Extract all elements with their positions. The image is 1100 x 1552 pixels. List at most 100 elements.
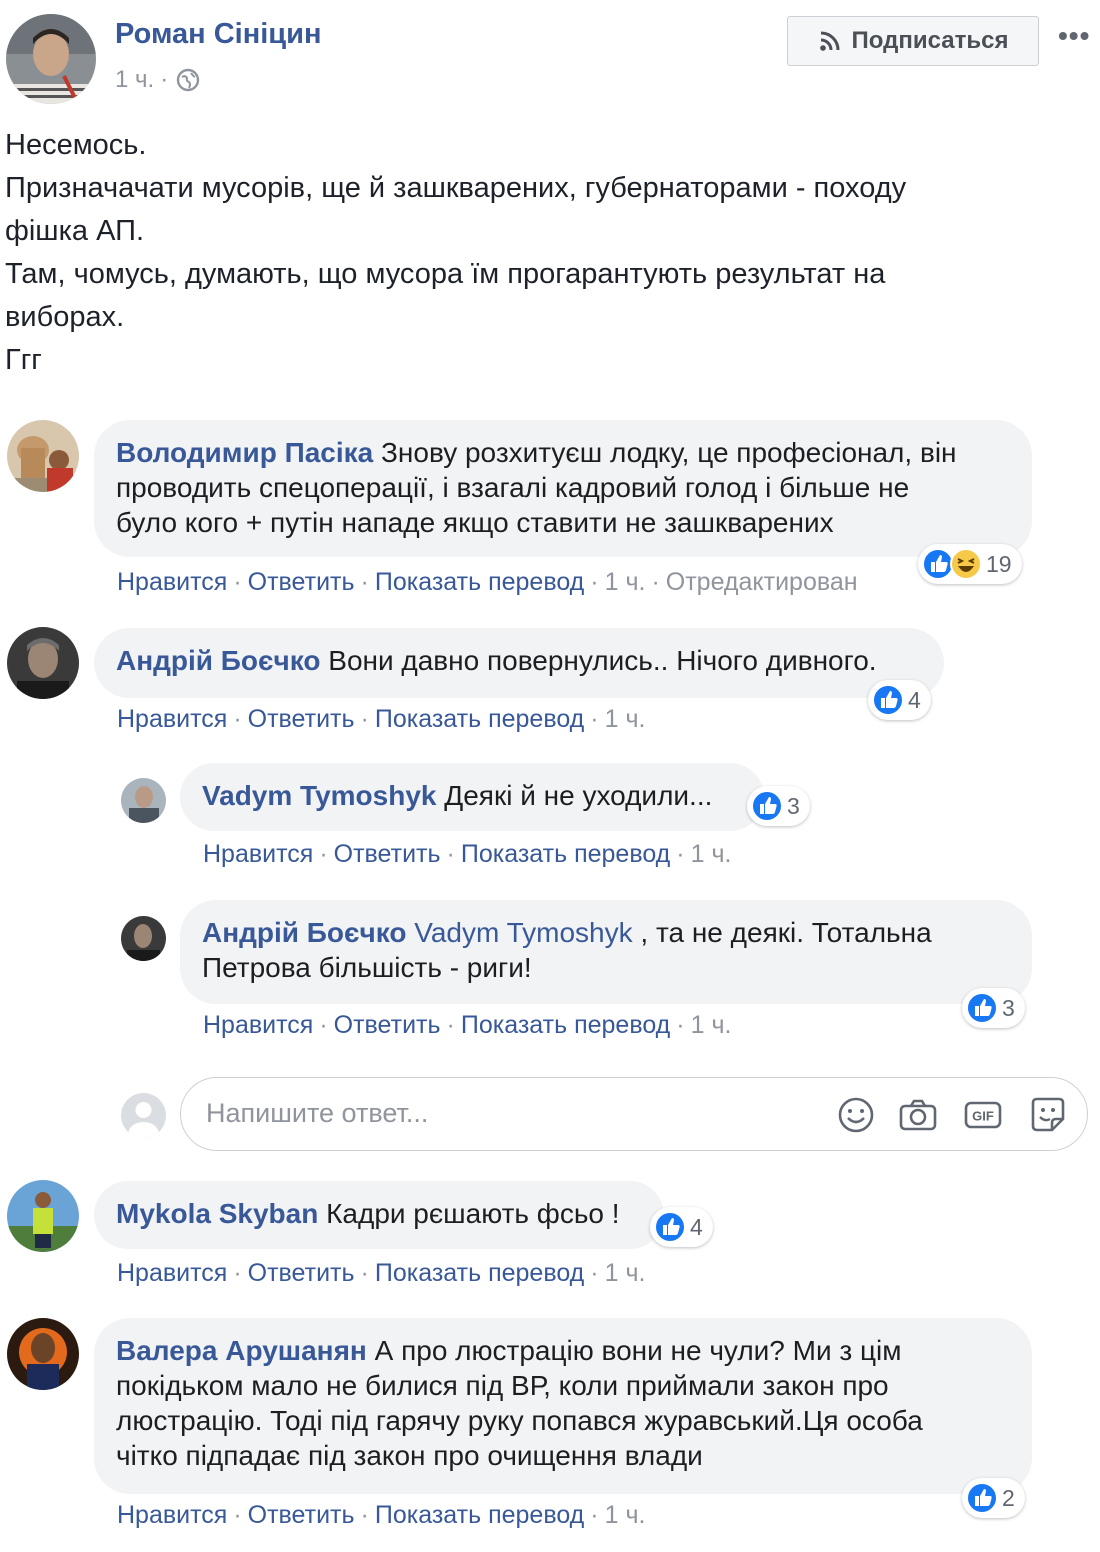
comment-actions: Нравится · Ответить · Показать перевод · 1 ч. xyxy=(117,705,646,733)
translate-link[interactable]: Показать перевод xyxy=(375,1259,584,1287)
post-body-line: Там, чомусь, думають, що мусора їм прога… xyxy=(5,258,886,290)
comment-actions: Нравится · Ответить · Показать перевод · 1 ч. xyxy=(203,840,732,868)
comment-bubble: Валера Арушанян А про люстрацію вони не … xyxy=(94,1318,1032,1494)
subscribe-label: Подписаться xyxy=(851,27,1009,54)
comment-text: Деякі й не уходили... xyxy=(444,780,713,811)
reply-link[interactable]: Ответить xyxy=(248,1501,355,1529)
comment-time[interactable]: 1 ч. xyxy=(605,1259,646,1287)
reply-link[interactable]: Ответить xyxy=(248,705,355,733)
comment-actions: Нравится · Ответить · Показать перевод · 1 ч. xyxy=(117,1259,646,1287)
subscribe-button[interactable]: Подписаться xyxy=(787,16,1039,66)
comment-text: проводить спецоперації, і взагалі кадров… xyxy=(116,472,910,503)
more-options-icon[interactable]: ••• xyxy=(1058,20,1090,52)
like-link[interactable]: Нравится xyxy=(117,1259,227,1287)
comment-actions: Нравится · Ответить · Показать перевод · 1 ч. xyxy=(203,1011,732,1039)
svg-text:GIF: GIF xyxy=(972,1109,994,1124)
like-link[interactable]: Нравится xyxy=(117,705,227,733)
comment-line: Володимир Пасіка Знову розхитуєш лодку, … xyxy=(116,435,1010,470)
post-meta: 1 ч. · xyxy=(115,66,200,94)
like-link[interactable]: Нравится xyxy=(203,840,313,868)
gif-icon[interactable]: GIF xyxy=(963,1095,1003,1135)
commenter-avatar[interactable] xyxy=(121,916,166,961)
comment-text: Кадри рєшають фсьо ! xyxy=(326,1198,620,1229)
commenter-name[interactable]: Андрій Боєчко xyxy=(116,645,320,676)
reaction-count[interactable]: 2 xyxy=(962,1478,1025,1518)
comment-time[interactable]: 1 ч. xyxy=(691,1011,732,1039)
camera-icon[interactable] xyxy=(898,1095,938,1135)
comment-text: люстрацію. Тоді під гарячу руку попався … xyxy=(116,1405,923,1436)
commenter-avatar[interactable] xyxy=(7,420,79,492)
reaction-number: 3 xyxy=(1002,994,1015,1021)
comment-actions: Нравится · Ответить · Показать перевод · 1 ч. xyxy=(117,1501,646,1529)
reply-link[interactable]: Ответить xyxy=(334,840,441,868)
sticker-icon[interactable] xyxy=(1028,1095,1068,1135)
comment-text: покідьком мало не билися під ВР, коли пр… xyxy=(116,1370,889,1401)
reaction-number: 19 xyxy=(986,550,1012,577)
translate-link[interactable]: Показать перевод xyxy=(461,840,670,868)
emoji-icon[interactable] xyxy=(836,1095,876,1135)
commenter-name[interactable]: Володимир Пасіка xyxy=(116,437,373,468)
reaction-count[interactable]: 4 xyxy=(868,680,931,720)
commenter-avatar[interactable] xyxy=(7,627,79,699)
comment-text: А про люстрацію вони не чули? Ми з цім xyxy=(374,1335,902,1366)
comment-text: чітко підпадає під закон про очищення вл… xyxy=(116,1440,703,1471)
author-name[interactable]: Роман Сініцин xyxy=(115,18,321,51)
comment-time[interactable]: 1 ч. xyxy=(605,1501,646,1529)
reaction-number: 3 xyxy=(787,792,800,819)
like-icon xyxy=(872,684,904,716)
comment-time[interactable]: 1 ч. xyxy=(605,705,646,733)
comment-bubble: Володимир Пасіка Знову розхитуєш лодку, … xyxy=(94,420,1032,557)
comment-time[interactable]: 1 ч. xyxy=(605,568,646,596)
edited-label[interactable]: Отредактирован xyxy=(666,568,858,596)
commenter-name[interactable]: Vadym Tymoshyk xyxy=(202,780,436,811)
like-icon xyxy=(966,1482,998,1514)
post-body-line: Несемось. xyxy=(5,129,147,161)
commenter-avatar[interactable] xyxy=(7,1180,79,1252)
reaction-number: 4 xyxy=(690,1213,703,1240)
translate-link[interactable]: Показать перевод xyxy=(375,1501,584,1529)
commenter-name[interactable]: Mykola Skyban xyxy=(116,1198,318,1229)
post-body-line: Призначачати мусорів, ще й зашкварених, … xyxy=(5,172,907,204)
reaction-count[interactable]: 3 xyxy=(747,786,810,826)
meta-separator: · xyxy=(160,66,169,93)
post-body-line: виборах. xyxy=(5,301,125,333)
comment-bubble: Vadym Tymoshyk Деякі й не уходили... xyxy=(180,763,764,831)
reply-placeholder: Напишите ответ... xyxy=(206,1098,429,1128)
mention-link[interactable]: Vadym Tymoshyk xyxy=(414,917,632,948)
post-body-line: Ггг xyxy=(5,344,42,376)
reaction-count[interactable]: 4 xyxy=(650,1207,713,1247)
commenter-name[interactable]: Валера Арушанян xyxy=(116,1335,367,1366)
translate-link[interactable]: Показать перевод xyxy=(375,705,584,733)
reply-link[interactable]: Ответить xyxy=(248,1259,355,1287)
like-link[interactable]: Нравится xyxy=(117,568,227,596)
like-icon xyxy=(966,992,998,1024)
translate-link[interactable]: Показать перевод xyxy=(461,1011,670,1039)
comment-time[interactable]: 1 ч. xyxy=(691,840,732,868)
reaction-count[interactable]: 19 xyxy=(918,544,1022,584)
like-link[interactable]: Нравится xyxy=(203,1011,313,1039)
comment-text: було кого + путін нападе якщо ставити не… xyxy=(116,507,834,538)
haha-icon xyxy=(950,548,982,580)
comment-line: Андрій Боєчко Vadym Tymoshyk , та не дея… xyxy=(202,915,1010,950)
post-time[interactable]: 1 ч. xyxy=(115,66,154,94)
commenter-avatar[interactable] xyxy=(7,1318,79,1390)
reaction-count[interactable]: 3 xyxy=(962,988,1025,1028)
comment-text: Петрова більшість - риги! xyxy=(202,952,532,983)
post-body-line: фішка АП. xyxy=(5,215,144,247)
reaction-number: 4 xyxy=(908,686,921,713)
like-link[interactable]: Нравится xyxy=(117,1501,227,1529)
reply-link[interactable]: Ответить xyxy=(248,568,355,596)
reply-link[interactable]: Ответить xyxy=(334,1011,441,1039)
like-icon xyxy=(654,1211,686,1243)
like-icon xyxy=(751,790,783,822)
translate-link[interactable]: Показать перевод xyxy=(375,568,584,596)
comment-bubble: Андрій Боєчко Вони давно повернулись.. Н… xyxy=(94,628,944,698)
comment-actions: Нравится · Ответить · Показать перевод · 1 ч. ·… xyxy=(117,568,858,596)
commenter-avatar[interactable] xyxy=(121,778,166,823)
current-user-avatar xyxy=(121,1093,166,1138)
comment-bubble: Mykola Skyban Кадри рєшають фсьо ! xyxy=(94,1181,664,1249)
reaction-number: 2 xyxy=(1002,1484,1015,1511)
commenter-name[interactable]: Андрій Боєчко xyxy=(202,917,406,948)
author-avatar[interactable] xyxy=(6,14,96,104)
comment-line: Валера Арушанян А про люстрацію вони не … xyxy=(116,1333,1010,1368)
